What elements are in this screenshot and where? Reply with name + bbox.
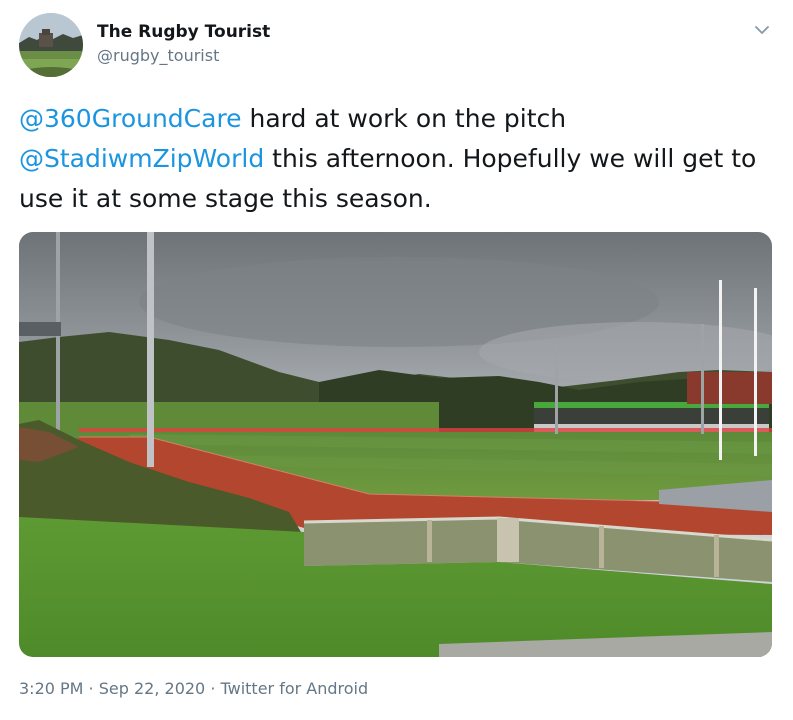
meta-separator: · (205, 679, 221, 698)
author-block: The Rugby Tourist @rugby_tourist (97, 20, 270, 68)
handle[interactable]: @rugby_tourist (97, 44, 270, 68)
tweet-text-segment: hard at work on the pitch (241, 104, 567, 133)
display-name[interactable]: The Rugby Tourist (97, 20, 270, 44)
tweet-card: The Rugby Tourist @rugby_tourist @360Gro… (0, 0, 793, 720)
meta-separator: · (83, 679, 99, 698)
timestamp-time[interactable]: 3:20 PM (19, 679, 83, 698)
stadium-photo (19, 232, 772, 657)
tweet-text: @360GroundCare hard at work on the pitch… (19, 99, 764, 219)
tweet-photo[interactable] (19, 232, 772, 657)
stadium-avatar-icon (19, 13, 83, 77)
source-link[interactable]: Twitter for Android (221, 679, 369, 698)
mention-link[interactable]: @StadiwmZipWorld (19, 144, 264, 173)
timestamp-date[interactable]: Sep 22, 2020 (99, 679, 206, 698)
chevron-down-icon[interactable] (752, 20, 772, 40)
tweet-meta: 3:20 PM · Sep 22, 2020 · Twitter for And… (19, 677, 368, 701)
avatar[interactable] (19, 13, 83, 77)
mention-link[interactable]: @360GroundCare (19, 104, 242, 133)
